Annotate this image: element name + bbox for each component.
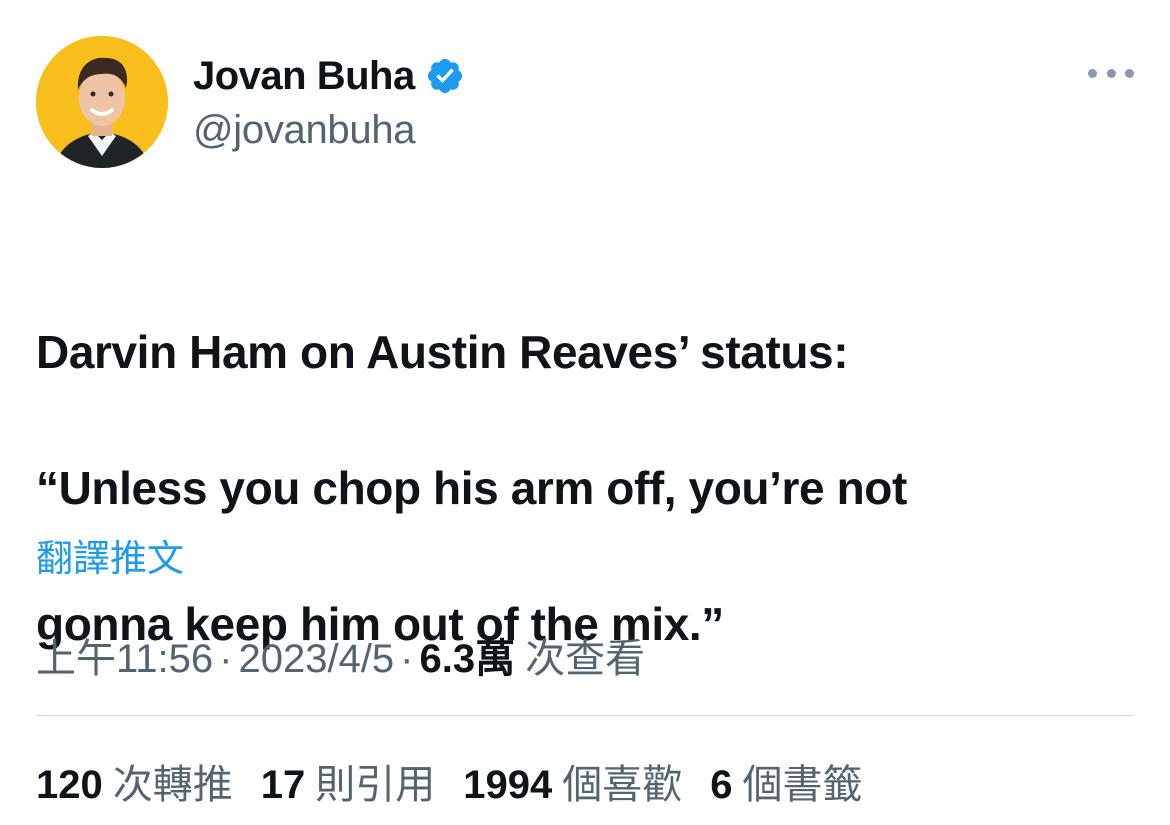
bookmarks-label: 個書籤 (742, 763, 863, 807)
tweet-meta: 上午11:56 · 2023/4/5 · 6.3萬 次查看 (36, 626, 645, 684)
display-name-row: Jovan Buha (193, 50, 465, 102)
translate-tweet-link[interactable]: 翻譯推文 (36, 528, 184, 582)
dot-icon (1106, 68, 1116, 78)
quotes-count: 17 (260, 763, 306, 807)
quotes-stat[interactable]: 17 則引用 (261, 752, 436, 810)
meta-separator: · (400, 637, 414, 681)
tweet-date[interactable]: 2023/4/5 (238, 637, 394, 682)
tweet-time[interactable]: 上午11:56 (36, 626, 213, 684)
retweets-label: 次轉推 (112, 763, 233, 807)
more-options-icon[interactable] (1088, 60, 1134, 86)
bookmarks-count: 6 (710, 763, 733, 807)
display-name[interactable]: Jovan Buha (193, 54, 415, 99)
author-info: Jovan Buha @jovanbuha (193, 50, 465, 153)
tweet-text-line: Darvin Ham on Austin Reaves’ status: (36, 326, 849, 378)
meta-separator: · (219, 637, 233, 681)
views-count: 6.3萬 (419, 637, 516, 681)
verified-badge-icon[interactable] (425, 56, 465, 96)
views-label: 次查看 (525, 637, 646, 681)
tweet-stats: 120 次轉推 17 則引用 1994 個喜歡 6 個書籤 (36, 752, 890, 810)
likes-label: 個喜歡 (562, 763, 683, 807)
retweets-stat[interactable]: 120 次轉推 (36, 752, 233, 810)
avatar-image (36, 36, 168, 168)
avatar[interactable] (36, 36, 168, 168)
handle[interactable]: @jovanbuha (193, 108, 465, 153)
retweets-count: 120 (36, 763, 103, 807)
dot-icon (1125, 68, 1134, 78)
bookmarks-stat[interactable]: 6 個書籤 (710, 752, 862, 810)
tweet-text-line: “Unless you chop his arm off, you’re not (36, 462, 907, 514)
divider (36, 715, 1134, 716)
likes-stat[interactable]: 1994 個喜歡 (463, 752, 682, 810)
dot-icon (1088, 68, 1097, 78)
quotes-label: 則引用 (315, 763, 436, 807)
likes-count: 1994 (463, 763, 553, 807)
